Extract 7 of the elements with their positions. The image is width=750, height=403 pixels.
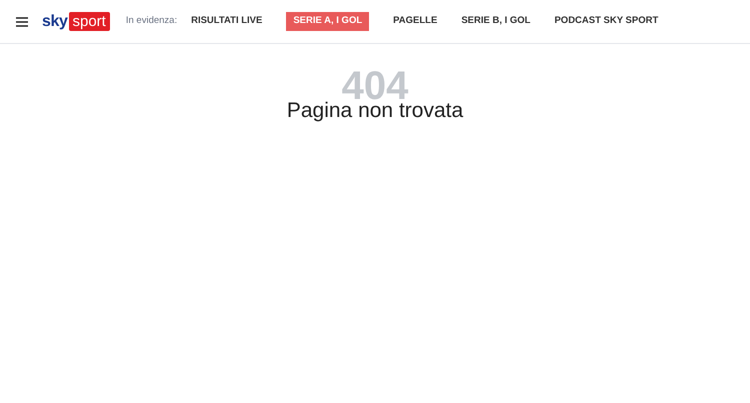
menu-icon[interactable] — [16, 16, 28, 26]
nav-link[interactable]: SERIE B, I GOL — [461, 14, 530, 29]
nav-link[interactable]: RISULTATI LIVE — [191, 14, 262, 29]
highlight-label: In evidenza: — [126, 14, 178, 28]
nav-link[interactable]: PODCAST SKY SPORT — [554, 14, 658, 29]
nav-link[interactable]: PAGELLE — [393, 14, 438, 29]
logo[interactable]: sky sport — [42, 10, 110, 34]
